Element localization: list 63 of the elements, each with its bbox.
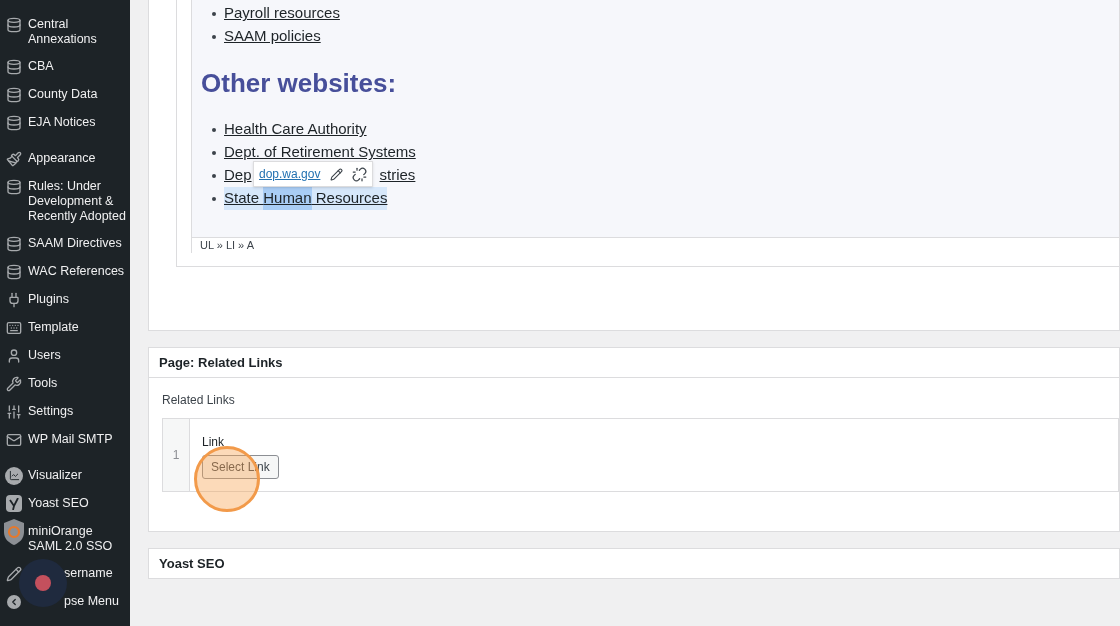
sidebar-item[interactable]: Template <box>0 314 130 342</box>
sidebar-item[interactable]: CBA <box>0 53 130 81</box>
unlink-icon[interactable] <box>352 166 367 182</box>
bullet-icon <box>212 11 216 16</box>
database-icon <box>6 86 22 103</box>
sidebar-item[interactable]: Tools <box>0 370 130 398</box>
database-icon <box>6 16 22 33</box>
keyboard-icon <box>6 319 22 336</box>
bullet-icon <box>212 196 216 201</box>
database-icon <box>6 114 22 131</box>
database-icon <box>6 235 22 252</box>
bullet-icon <box>212 150 216 155</box>
user-icon <box>6 347 22 364</box>
sidebar-item[interactable]: SAAM Directives <box>0 230 130 258</box>
sidebar-item[interactable]: Appearance <box>0 145 130 173</box>
panel-title: Page: Related Links <box>149 348 1119 378</box>
database-icon <box>6 58 22 75</box>
link[interactable]: stries <box>379 164 416 187</box>
field-label: Link <box>202 434 224 451</box>
sidebar-item[interactable]: Yoast SEO <box>0 490 130 518</box>
link[interactable]: Human <box>263 187 312 210</box>
link-url[interactable]: dop.wa.gov <box>259 165 321 183</box>
link[interactable]: SAAM policies <box>224 25 321 48</box>
mail-icon <box>6 431 22 448</box>
brush-icon <box>6 150 22 167</box>
sidebar-item[interactable]: WP Mail SMTP <box>0 426 130 454</box>
wrench-icon <box>6 375 22 392</box>
sidebar-item[interactable]: EJA Notices <box>0 109 130 137</box>
path-bar: UL » LI » A <box>191 237 1119 253</box>
link[interactable]: State <box>224 187 264 210</box>
sidebar-item[interactable]: Visualizer <box>0 462 130 490</box>
sidebar-item[interactable]: Users <box>0 342 130 370</box>
link[interactable]: Payroll resources <box>224 2 340 25</box>
sidebar-item[interactable]: Settings <box>0 398 130 426</box>
sidebar-item[interactable]: Plugins <box>0 286 130 314</box>
bullet-icon <box>212 127 216 132</box>
row-number: 1 <box>163 419 190 491</box>
chart-icon <box>5 466 23 485</box>
pencil-icon <box>6 565 22 582</box>
sliders-icon <box>6 403 22 420</box>
sidebar-item[interactable]: Central Annexations <box>0 11 130 53</box>
link[interactable]: Health Care Authority <box>224 118 367 141</box>
bullet-icon <box>212 34 216 39</box>
y-logo-icon <box>6 495 22 512</box>
link[interactable]: Dept. of Retirement Systems <box>224 141 416 164</box>
database-icon <box>6 263 22 280</box>
panel-title: Yoast SEO <box>159 554 225 573</box>
sidebar-item[interactable]: pse Menu <box>0 588 130 616</box>
shield-logo-icon <box>3 517 25 546</box>
sidebar-item[interactable]: sername <box>0 560 130 588</box>
section-heading: Other websites: <box>201 67 397 99</box>
plug-icon <box>6 291 22 308</box>
sidebar-item[interactable]: Rules: Under Development & Recently Adopted <box>0 173 130 230</box>
field-label: Related Links <box>162 392 235 409</box>
sidebar-item[interactable]: miniOrange SAML 2.0 SSO <box>0 518 130 560</box>
link[interactable]: Resources <box>311 187 388 210</box>
sidebar-item[interactable]: County Data <box>0 81 130 109</box>
sidebar-item[interactable]: WAC References <box>0 258 130 286</box>
edit-icon[interactable] <box>329 167 343 181</box>
bullet-icon <box>212 173 216 178</box>
database-icon <box>6 178 22 195</box>
collapse-icon <box>7 594 21 609</box>
link[interactable]: Dep <box>224 164 252 187</box>
